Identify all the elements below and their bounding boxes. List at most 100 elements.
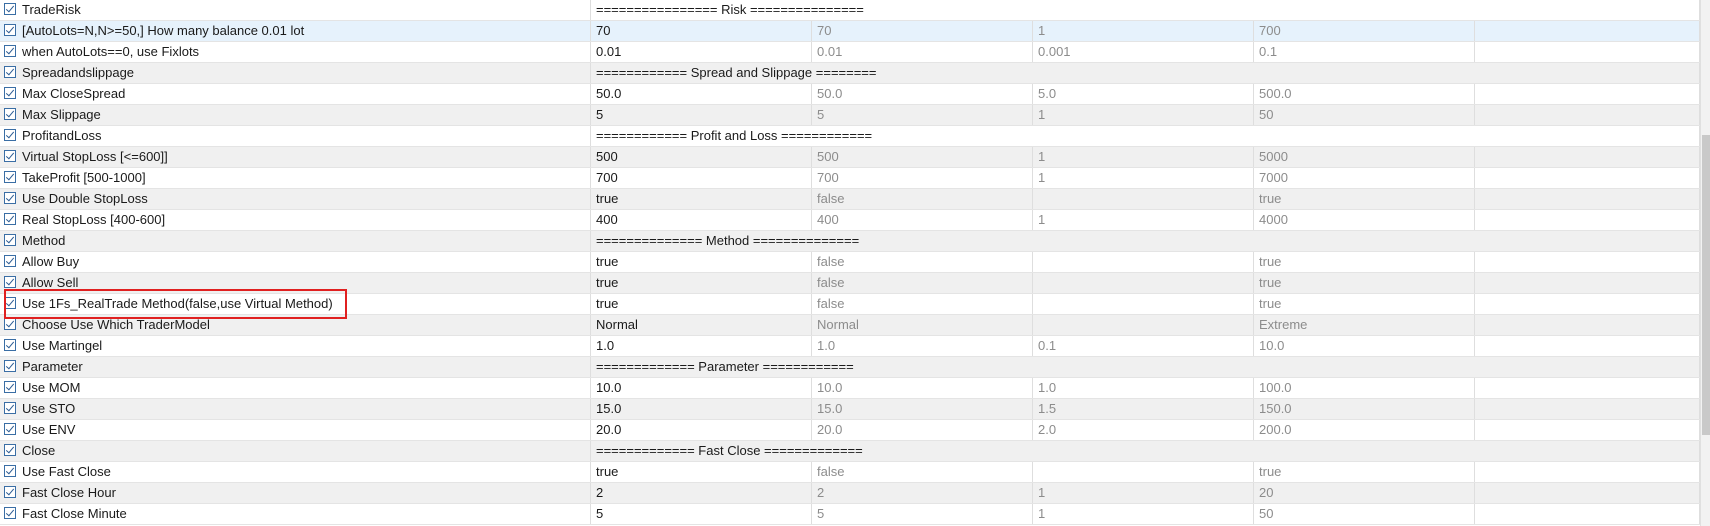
param-step-cell[interactable] <box>1033 294 1254 314</box>
param-row[interactable]: [AutoLots=N,N>=50,] How many balance 0.0… <box>0 21 1700 42</box>
param-name-cell[interactable]: Fast Close Hour <box>0 483 591 503</box>
param-value-cell[interactable]: true <box>591 294 812 314</box>
checkbox-checked-icon[interactable] <box>4 150 16 162</box>
param-name-cell[interactable]: Spreadandslippage <box>0 63 591 83</box>
param-row[interactable]: Use 1Fs_RealTrade Method(false,use Virtu… <box>0 294 1700 315</box>
param-start-cell[interactable]: 5 <box>812 105 1033 125</box>
param-row[interactable]: Fast Close Hour 2 2 1 20 <box>0 483 1700 504</box>
param-stop-cell[interactable]: true <box>1254 252 1475 272</box>
param-row[interactable]: Use ENV 20.0 20.0 2.0 200.0 <box>0 420 1700 441</box>
param-start-cell[interactable]: false <box>812 294 1033 314</box>
param-value-cell[interactable]: 5 <box>591 504 812 524</box>
param-step-cell[interactable] <box>1033 252 1254 272</box>
param-stop-cell[interactable]: 500.0 <box>1254 84 1475 104</box>
checkbox-checked-icon[interactable] <box>4 297 16 309</box>
param-value-cell[interactable]: true <box>591 189 812 209</box>
param-start-cell[interactable]: false <box>812 462 1033 482</box>
param-value-cell[interactable]: true <box>591 273 812 293</box>
param-start-cell[interactable]: false <box>812 273 1033 293</box>
param-row[interactable]: Use MOM 10.0 10.0 1.0 100.0 <box>0 378 1700 399</box>
checkbox-checked-icon[interactable] <box>4 444 16 456</box>
param-row[interactable]: when AutoLots==0, use Fixlots 0.01 0.01 0.0… <box>0 42 1700 63</box>
param-name-cell[interactable]: Max Slippage <box>0 105 591 125</box>
checkbox-checked-icon[interactable] <box>4 360 16 372</box>
param-stop-cell[interactable]: true <box>1254 294 1475 314</box>
param-stop-cell[interactable]: 5000 <box>1254 147 1475 167</box>
param-name-cell[interactable]: Virtual StopLoss [<=600]] <box>0 147 591 167</box>
param-start-cell[interactable]: 20.0 <box>812 420 1033 440</box>
param-stop-cell[interactable]: 7000 <box>1254 168 1475 188</box>
param-step-cell[interactable] <box>1033 462 1254 482</box>
param-row[interactable]: Allow Sell true false true <box>0 273 1700 294</box>
param-stop-cell[interactable]: 0.1 <box>1254 42 1475 62</box>
param-step-cell[interactable]: 1 <box>1033 105 1254 125</box>
param-step-cell[interactable]: 1 <box>1033 147 1254 167</box>
param-value-cell[interactable]: 1.0 <box>591 336 812 356</box>
param-row[interactable]: Use Martingel 1.0 1.0 0.1 10.0 <box>0 336 1700 357</box>
param-start-cell[interactable]: 400 <box>812 210 1033 230</box>
param-name-cell[interactable]: Choose Use Which TraderModel <box>0 315 591 335</box>
param-step-cell[interactable]: 2.0 <box>1033 420 1254 440</box>
param-name-cell[interactable]: Use ENV <box>0 420 591 440</box>
checkbox-checked-icon[interactable] <box>4 465 16 477</box>
param-value-cell[interactable]: 500 <box>591 147 812 167</box>
vertical-scrollbar[interactable] <box>1700 0 1710 526</box>
param-step-cell[interactable] <box>1033 273 1254 293</box>
checkbox-checked-icon[interactable] <box>4 381 16 393</box>
param-start-cell[interactable]: 2 <box>812 483 1033 503</box>
checkbox-checked-icon[interactable] <box>4 276 16 288</box>
param-step-cell[interactable]: 0.001 <box>1033 42 1254 62</box>
param-name-cell[interactable]: Close <box>0 441 591 461</box>
checkbox-checked-icon[interactable] <box>4 108 16 120</box>
param-stop-cell[interactable]: 100.0 <box>1254 378 1475 398</box>
param-name-cell[interactable]: TakeProfit [500-1000] <box>0 168 591 188</box>
scrollbar-thumb[interactable] <box>1702 135 1710 435</box>
param-name-cell[interactable]: Use STO <box>0 399 591 419</box>
param-row[interactable]: TakeProfit [500-1000] 700 700 1 7000 <box>0 168 1700 189</box>
param-row[interactable]: Allow Buy true false true <box>0 252 1700 273</box>
checkbox-checked-icon[interactable] <box>4 339 16 351</box>
param-name-cell[interactable]: Allow Sell <box>0 273 591 293</box>
param-value-cell[interactable]: 2 <box>591 483 812 503</box>
param-start-cell[interactable]: 500 <box>812 147 1033 167</box>
checkbox-checked-icon[interactable] <box>4 213 16 225</box>
param-row[interactable]: Parameter ============= Parameter =======… <box>0 357 1700 378</box>
checkbox-checked-icon[interactable] <box>4 507 16 519</box>
checkbox-checked-icon[interactable] <box>4 66 16 78</box>
param-value-cell[interactable]: true <box>591 462 812 482</box>
param-step-cell[interactable]: 1 <box>1033 168 1254 188</box>
param-row[interactable]: Method ============== Method ============… <box>0 231 1700 252</box>
param-start-cell[interactable]: 700 <box>812 168 1033 188</box>
param-value-cell[interactable]: 5 <box>591 105 812 125</box>
param-start-cell[interactable]: 1.0 <box>812 336 1033 356</box>
param-value-cell[interactable]: 10.0 <box>591 378 812 398</box>
param-row[interactable]: Close ============= Fast Close ==========… <box>0 441 1700 462</box>
param-row[interactable]: ProfitandLoss ============ Profit and Los… <box>0 126 1700 147</box>
param-stop-cell[interactable]: 50 <box>1254 504 1475 524</box>
param-stop-cell[interactable]: 20 <box>1254 483 1475 503</box>
param-row[interactable]: TradeRisk ================ Risk =========… <box>0 0 1700 21</box>
param-stop-cell[interactable]: 10.0 <box>1254 336 1475 356</box>
param-stop-cell[interactable]: 150.0 <box>1254 399 1475 419</box>
checkbox-checked-icon[interactable] <box>4 255 16 267</box>
param-row[interactable]: Max CloseSpread 50.0 50.0 5.0 500.0 <box>0 84 1700 105</box>
param-start-cell[interactable]: 15.0 <box>812 399 1033 419</box>
param-start-cell[interactable]: 70 <box>812 21 1033 41</box>
param-value-cell[interactable]: 50.0 <box>591 84 812 104</box>
param-name-cell[interactable]: Use Double StopLoss <box>0 189 591 209</box>
param-start-cell[interactable]: false <box>812 252 1033 272</box>
param-row[interactable]: Choose Use Which TraderModel Normal Normal… <box>0 315 1700 336</box>
param-step-cell[interactable]: 1 <box>1033 210 1254 230</box>
param-value-cell[interactable]: 20.0 <box>591 420 812 440</box>
param-start-cell[interactable]: 50.0 <box>812 84 1033 104</box>
param-stop-cell[interactable]: true <box>1254 462 1475 482</box>
param-stop-cell[interactable]: 4000 <box>1254 210 1475 230</box>
param-stop-cell[interactable]: 50 <box>1254 105 1475 125</box>
param-name-cell[interactable]: Parameter <box>0 357 591 377</box>
param-start-cell[interactable]: 10.0 <box>812 378 1033 398</box>
param-start-cell[interactable]: 0.01 <box>812 42 1033 62</box>
param-name-cell[interactable]: ProfitandLoss <box>0 126 591 146</box>
param-row[interactable]: Real StopLoss [400-600] 400 400 1 4000 <box>0 210 1700 231</box>
checkbox-checked-icon[interactable] <box>4 423 16 435</box>
param-stop-cell[interactable]: 200.0 <box>1254 420 1475 440</box>
